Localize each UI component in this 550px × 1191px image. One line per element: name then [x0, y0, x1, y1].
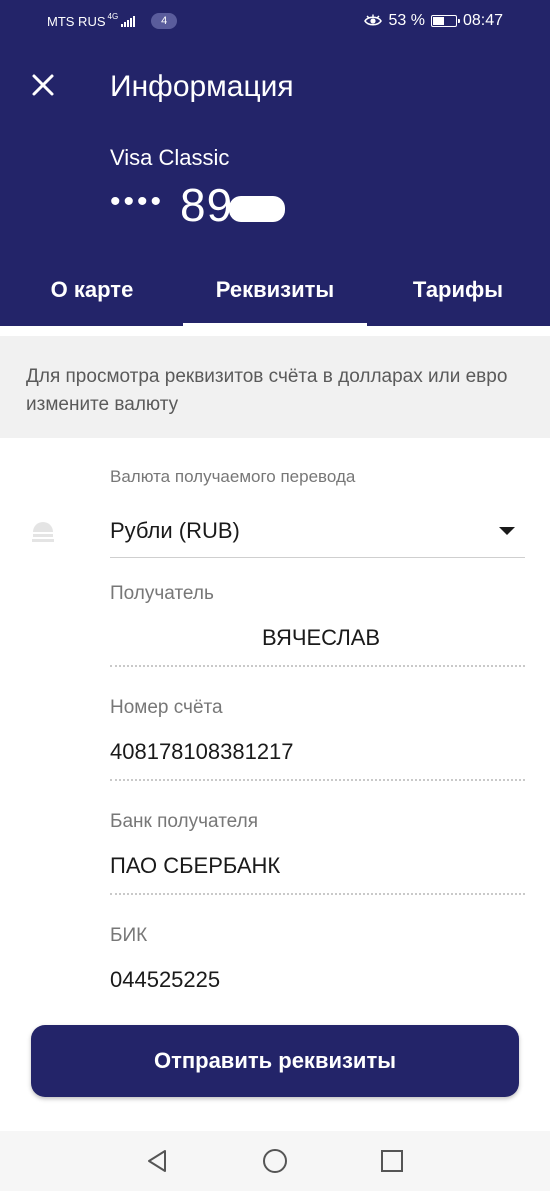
bank-value: ПАО СБЕРБАНК: [110, 853, 281, 878]
chevron-down-icon[interactable]: [499, 527, 515, 535]
tab-bar: О карте Реквизиты Тарифы: [0, 268, 550, 326]
eye-comfort-icon: [364, 14, 383, 26]
currency-underline: [110, 557, 525, 558]
back-icon[interactable]: [143, 1147, 171, 1175]
redaction-mark: [229, 196, 286, 222]
card-number-mask: ••••: [110, 185, 165, 218]
card-name: Visa Classic: [110, 145, 230, 170]
card-header: Информация Visa Classic •••• 89 О карте …: [0, 44, 550, 326]
recipient-value: ВЯЧЕСЛАВ: [262, 625, 381, 650]
recipient-divider: [110, 665, 525, 667]
bank-icon: [32, 522, 54, 542]
notification-badge: 4: [151, 13, 178, 29]
tab-tariffs[interactable]: Тарифы: [398, 268, 518, 326]
battery-icon: [430, 15, 460, 27]
info-banner: Для просмотра реквизитов счёта в доллара…: [0, 336, 550, 438]
page-title: Информация: [110, 70, 294, 103]
status-bar: MTS RUS 4G 4 53 % 08:47: [0, 0, 550, 44]
account-divider: [110, 779, 525, 781]
tab-requisites[interactable]: Реквизиты: [183, 268, 367, 326]
carrier-name: MTS RUS: [47, 13, 106, 29]
home-icon[interactable]: [261, 1147, 289, 1175]
status-right: 53 % 08:47: [364, 12, 503, 30]
currency-value: Рубли (RUB): [110, 518, 240, 543]
recipient-label: Получатель: [110, 583, 214, 604]
send-requisites-button[interactable]: Отправить реквизиты: [31, 1025, 519, 1097]
account-value: 408178108381217: [110, 739, 294, 764]
clock: 08:47: [462, 12, 503, 29]
status-left: MTS RUS 4G 4: [47, 11, 178, 29]
signal-icon: [121, 15, 136, 27]
account-label: Номер счёта: [110, 697, 223, 718]
close-icon[interactable]: [28, 70, 58, 100]
battery-percent: 53 %: [388, 12, 425, 29]
tab-about-card[interactable]: О карте: [30, 268, 154, 326]
bank-divider: [110, 893, 525, 895]
currency-label: Валюта получаемого перевода: [110, 467, 356, 486]
system-nav-bar: [0, 1131, 550, 1191]
bik-label: БИК: [110, 925, 148, 946]
recents-icon[interactable]: [378, 1147, 406, 1175]
bank-label: Банк получателя: [110, 811, 258, 832]
bik-value: 044525225: [110, 967, 221, 992]
network-type: 4G: [107, 11, 119, 21]
card-number-digits: 89: [180, 179, 234, 231]
card-number: •••• 89: [110, 178, 286, 232]
